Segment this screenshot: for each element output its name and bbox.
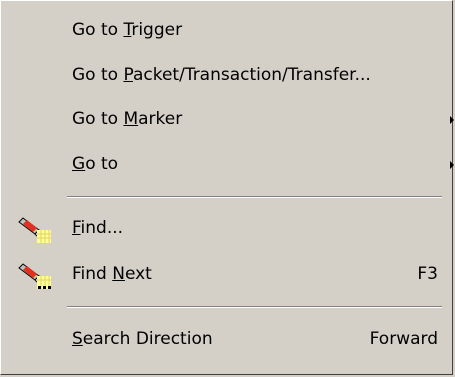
menu-item-shortcut: F3 xyxy=(417,264,438,284)
menu-separator xyxy=(67,306,442,308)
submenu-arrow-icon xyxy=(450,116,454,124)
menu-item-label: Find Next xyxy=(72,264,152,284)
context-menu: Go to Trigger Go to Packet/Transaction/T… xyxy=(0,0,454,375)
menu-item-label: Find... xyxy=(72,218,124,238)
menu-item-label: Go to Marker xyxy=(72,109,183,129)
menu-item-find-next[interactable]: Find Next F3 xyxy=(1,257,452,293)
find-next-flashlight-icon xyxy=(18,263,51,289)
menu-item-go-to-marker[interactable]: Go to Marker xyxy=(1,102,454,138)
menu-item-label: Search Direction xyxy=(72,329,213,349)
menu-item-label: Go to xyxy=(72,154,119,174)
menu-separator xyxy=(67,196,442,198)
menu-item-label: Go to Trigger xyxy=(72,20,183,40)
menu-item-go-to-packet-transaction-transfer[interactable]: Go to Packet/Transaction/Transfer... xyxy=(1,58,452,94)
menu-item-go-to-trigger[interactable]: Go to Trigger xyxy=(1,13,452,49)
menu-item-label: Go to Packet/Transaction/Transfer... xyxy=(72,65,371,85)
find-flashlight-icon xyxy=(18,217,51,243)
menu-item-search-direction[interactable]: Search Direction Forward xyxy=(1,322,452,358)
menu-item-find[interactable]: Find... xyxy=(1,211,452,247)
menu-item-go-to[interactable]: Go to xyxy=(1,147,454,183)
submenu-arrow-icon xyxy=(450,161,454,169)
search-direction-value: Forward xyxy=(369,329,438,349)
